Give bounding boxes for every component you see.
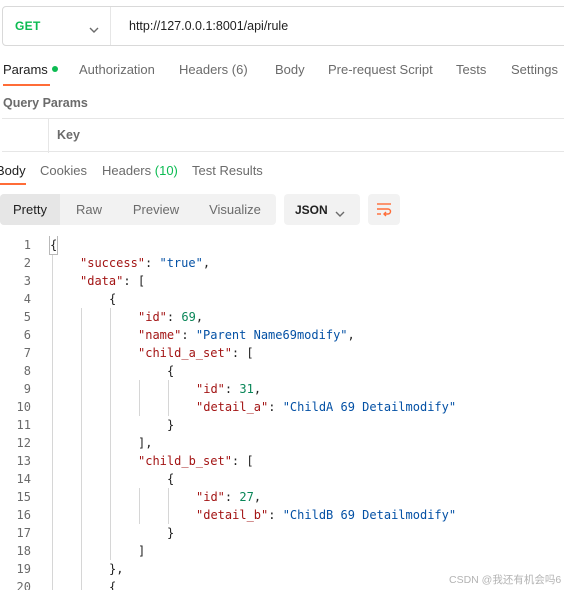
line-number: 19 bbox=[16, 562, 31, 576]
code-text: "detail_b": "ChildB 69 Detailmodify" bbox=[196, 508, 457, 522]
code-text: { bbox=[109, 292, 117, 306]
raw-button[interactable]: Raw bbox=[60, 194, 118, 225]
tab-body[interactable]: Body bbox=[275, 62, 305, 77]
code-text: "name": "Parent Name69modify", bbox=[138, 328, 355, 342]
visualize-button[interactable]: Visualize bbox=[194, 194, 276, 225]
tab-settings[interactable]: Settings bbox=[511, 62, 558, 77]
line-number: 20 bbox=[16, 580, 31, 590]
chevron-down-icon bbox=[89, 21, 99, 39]
code-text: "detail_a": "ChildA 69 Detailmodify" bbox=[196, 400, 457, 414]
line-number: 3 bbox=[23, 274, 31, 288]
code-text: "child_a_set": [ bbox=[138, 346, 254, 360]
line-number: 18 bbox=[16, 544, 31, 558]
code-line: 15 "id": 27, bbox=[0, 488, 564, 506]
tab-headers[interactable]: Headers (6) bbox=[179, 62, 248, 77]
code-line: 6 "name": "Parent Name69modify", bbox=[0, 326, 564, 344]
request-tabs: Params Authorization Headers (6) Body Pr… bbox=[0, 56, 564, 86]
line-number: 10 bbox=[16, 400, 31, 414]
code-line: 18 ] bbox=[0, 542, 564, 560]
code-text: "child_b_set": [ bbox=[138, 454, 254, 468]
tab-response-body[interactable]: Body bbox=[0, 163, 26, 185]
line-number: 9 bbox=[23, 382, 31, 396]
line-number: 13 bbox=[16, 454, 31, 468]
tab-authorization[interactable]: Authorization bbox=[79, 62, 155, 77]
method-label: GET bbox=[15, 19, 41, 33]
view-mode-group: Pretty Raw Preview Visualize bbox=[0, 194, 276, 225]
query-params-table: Key bbox=[2, 118, 564, 153]
key-column-header: Key bbox=[57, 128, 80, 142]
line-number: 7 bbox=[23, 346, 31, 360]
code-line: 12 ], bbox=[0, 434, 564, 452]
code-text: } bbox=[167, 418, 175, 432]
code-line: 5 "id": 69, bbox=[0, 308, 564, 326]
response-headers-count: (10) bbox=[154, 163, 178, 178]
tab-tests[interactable]: Tests bbox=[456, 62, 486, 77]
method-select[interactable]: GET bbox=[3, 7, 111, 45]
table-column-divider bbox=[48, 119, 49, 153]
code-text: ] bbox=[138, 544, 146, 558]
line-number: 11 bbox=[16, 418, 31, 432]
code-text: }, bbox=[109, 562, 124, 576]
code-line: 16 "detail_b": "ChildB 69 Detailmodify" bbox=[0, 506, 564, 524]
code-line: 8 { bbox=[0, 362, 564, 380]
chevron-down-icon bbox=[335, 205, 345, 223]
code-line: 9 "id": 31, bbox=[0, 380, 564, 398]
code-line: 14 { bbox=[0, 470, 564, 488]
response-body-viewer[interactable]: 1 { 2 "success": "true", 3 "data": [ 4 {… bbox=[0, 236, 564, 590]
request-url-bar: GET http://127.0.0.1:8001/api/rule bbox=[2, 6, 564, 46]
line-number: 4 bbox=[23, 292, 31, 306]
code-line: 1 { bbox=[0, 236, 564, 255]
code-line: 3 "data": [ bbox=[0, 272, 564, 290]
pretty-button[interactable]: Pretty bbox=[0, 194, 60, 225]
tab-cookies[interactable]: Cookies bbox=[40, 163, 87, 178]
code-text: { bbox=[167, 364, 175, 378]
format-label: JSON bbox=[295, 203, 328, 217]
format-select[interactable]: JSON bbox=[284, 194, 360, 225]
code-text: { bbox=[167, 472, 175, 486]
code-line: 11 } bbox=[0, 416, 564, 434]
code-text: "id": 27, bbox=[196, 490, 262, 504]
line-number: 6 bbox=[23, 328, 31, 342]
code-text: "success": "true", bbox=[80, 256, 211, 270]
params-indicator-dot bbox=[51, 66, 58, 72]
line-number: 14 bbox=[16, 472, 31, 486]
code-line: 13 "child_b_set": [ bbox=[0, 452, 564, 470]
code-text: { bbox=[109, 580, 117, 590]
code-text: } bbox=[167, 526, 175, 540]
watermark: CSDN @我还有机会吗6 bbox=[449, 574, 562, 586]
code-text: "id": 69, bbox=[138, 310, 204, 324]
tab-response-headers-label: Headers bbox=[102, 163, 152, 178]
code-line: 17 } bbox=[0, 524, 564, 542]
line-number: 1 bbox=[23, 238, 31, 252]
query-params-title: Query Params bbox=[3, 96, 88, 110]
code-line: 7 "child_a_set": [ bbox=[0, 344, 564, 362]
line-number: 2 bbox=[23, 256, 31, 270]
code-line: 2 "success": "true", bbox=[0, 254, 564, 272]
code-line: 4 { bbox=[0, 290, 564, 308]
tab-params[interactable]: Params bbox=[3, 62, 58, 86]
tab-headers-label: Headers bbox=[179, 62, 229, 77]
code-text: { bbox=[48, 236, 59, 255]
line-number: 12 bbox=[16, 436, 31, 450]
wrap-lines-button[interactable] bbox=[368, 194, 400, 225]
response-tabs: Body Cookies Headers (10) Test Results bbox=[0, 160, 564, 185]
tab-test-results[interactable]: Test Results bbox=[192, 163, 263, 178]
headers-count: (6) bbox=[231, 62, 248, 77]
tab-params-label: Params bbox=[3, 62, 48, 77]
code-line: 10 "detail_a": "ChildA 69 Detailmodify" bbox=[0, 398, 564, 416]
preview-button[interactable]: Preview bbox=[118, 194, 194, 225]
line-number: 5 bbox=[23, 310, 31, 324]
line-number: 8 bbox=[23, 364, 31, 378]
code-text: "id": 31, bbox=[196, 382, 262, 396]
code-text: "data": [ bbox=[80, 274, 146, 288]
wrap-lines-icon bbox=[377, 203, 392, 217]
line-number: 17 bbox=[16, 526, 31, 540]
line-number: 16 bbox=[16, 508, 31, 522]
tab-response-headers[interactable]: Headers (10) bbox=[102, 163, 178, 178]
tab-prerequest-script[interactable]: Pre-request Script bbox=[328, 62, 433, 77]
line-number: 15 bbox=[16, 490, 31, 504]
code-text: ], bbox=[138, 436, 153, 450]
url-input[interactable]: http://127.0.0.1:8001/api/rule bbox=[129, 7, 288, 45]
